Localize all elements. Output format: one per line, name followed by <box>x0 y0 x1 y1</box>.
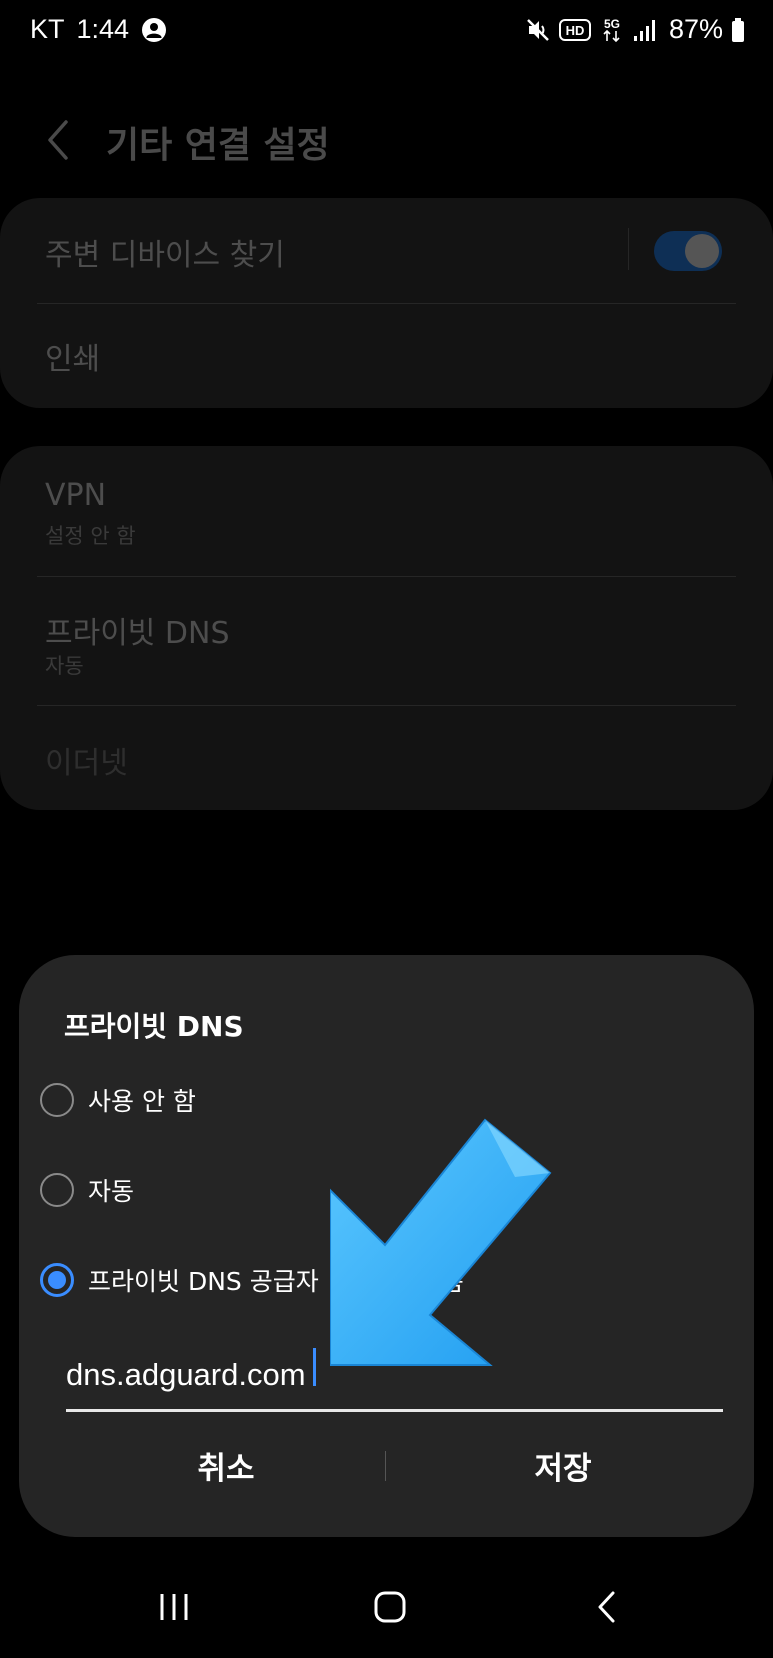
account-circle-icon <box>141 17 167 43</box>
network-type-text: 5G <box>604 17 620 31</box>
chevron-left-icon[interactable] <box>40 118 80 162</box>
nearby-devices-row[interactable]: 주변 디바이스 찾기 <box>0 198 773 302</box>
option-auto[interactable]: 자동 <box>40 1170 134 1210</box>
navigation-bar <box>0 1570 773 1658</box>
recents-icon[interactable] <box>144 1582 204 1632</box>
status-bar: KT 1:44 HD 5G 87% <box>0 0 773 60</box>
settings-card-1: 주변 디바이스 찾기 인쇄 <box>0 198 773 408</box>
signal-icon <box>633 18 657 42</box>
settings-card-2: VPN 설정 안 함 프라이빗 DNS 자동 이더넷 <box>0 446 773 810</box>
status-left: KT 1:44 <box>30 14 167 45</box>
annotation-arrow-icon <box>330 1118 552 1366</box>
dialog-buttons: 취소 저장 <box>66 1435 723 1495</box>
vpn-status: 설정 안 함 <box>45 524 136 548</box>
text-caret <box>313 1348 316 1386</box>
radio-auto[interactable] <box>40 1173 74 1207</box>
print-row[interactable]: 인쇄 <box>0 304 773 408</box>
private-dns-label: 프라이빗 DNS <box>45 616 230 651</box>
option-off-label: 사용 안 함 <box>88 1087 196 1116</box>
option-off[interactable]: 사용 안 함 <box>40 1080 196 1120</box>
battery-percent: 87% <box>668 14 723 44</box>
clock: 1:44 <box>76 14 130 44</box>
radio-provider[interactable] <box>40 1263 74 1297</box>
hd-badge-text: HD <box>566 23 585 38</box>
option-provider-label: 프라이빗 DNS 공급자 <box>88 1267 319 1296</box>
battery-icon <box>731 17 745 43</box>
button-divider <box>385 1451 386 1481</box>
status-right: HD 5G 87% <box>525 14 745 45</box>
5g-icon: 5G <box>599 16 625 44</box>
mute-icon <box>525 17 551 43</box>
dialog-title: 프라이빗 DNS <box>64 1010 244 1043</box>
home-icon[interactable] <box>360 1582 420 1632</box>
carrier-label: KT <box>30 14 65 44</box>
hd-icon: HD <box>558 18 591 42</box>
app-header: 기타 연결 설정 <box>0 110 773 170</box>
ethernet-row: 이더넷 <box>0 706 773 810</box>
page-title: 기타 연결 설정 <box>106 125 330 166</box>
nearby-devices-label: 주변 디바이스 찾기 <box>45 238 285 273</box>
toggle-divider <box>628 228 629 270</box>
nearby-devices-toggle[interactable] <box>654 231 722 271</box>
save-button[interactable]: 저장 <box>403 1435 723 1495</box>
vpn-label: VPN <box>45 478 107 513</box>
private-dns-status: 자동 <box>45 654 84 678</box>
print-label: 인쇄 <box>45 342 101 377</box>
option-auto-label: 자동 <box>88 1177 135 1206</box>
radio-off[interactable] <box>40 1083 74 1117</box>
cancel-button[interactable]: 취소 <box>66 1435 386 1495</box>
toggle-knob <box>685 234 719 268</box>
vpn-row[interactable]: VPN 설정 안 함 <box>0 446 773 576</box>
ethernet-label: 이더넷 <box>45 746 128 781</box>
back-icon[interactable] <box>578 1582 638 1632</box>
private-dns-row[interactable]: 프라이빗 DNS 자동 <box>0 577 773 705</box>
